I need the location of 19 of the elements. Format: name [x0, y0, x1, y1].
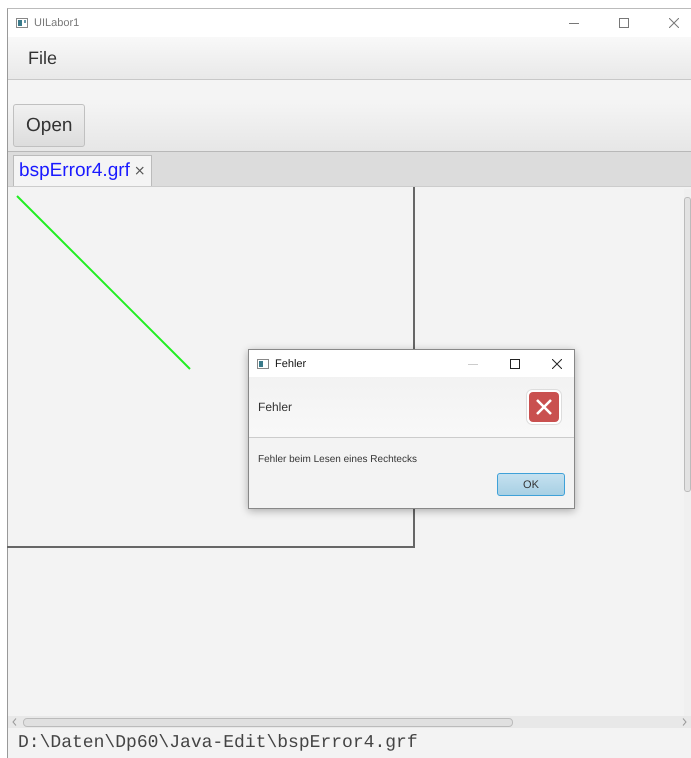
horizontal-scrollbar[interactable] [8, 716, 691, 728]
tab-close-button[interactable]: × [134, 163, 146, 179]
scroll-right-icon[interactable] [682, 718, 687, 726]
app-icon [16, 18, 28, 28]
document-tab[interactable]: bspError4.grf × [13, 155, 152, 186]
tab-label[interactable]: bspError4.grf [19, 160, 130, 182]
dialog-title: Fehler [275, 358, 306, 370]
error-message: Fehler beim Lesen eines Rechtecks [258, 454, 418, 465]
scroll-left-icon[interactable] [12, 718, 17, 726]
dialog-header: Fehler [258, 400, 292, 414]
status-path: D:\Daten\Dp60\Java-Edit\bspError4.grf [17, 732, 419, 755]
error-icon [526, 389, 562, 425]
app-icon [257, 358, 269, 368]
window-title: UILabor1 [34, 17, 80, 29]
close-icon[interactable] [552, 358, 562, 368]
open-button[interactable]: Open [13, 104, 86, 147]
menu-item[interactable]: File [28, 48, 58, 68]
maximize-icon[interactable] [510, 358, 520, 368]
ok-button[interactable]: OK [497, 473, 565, 496]
